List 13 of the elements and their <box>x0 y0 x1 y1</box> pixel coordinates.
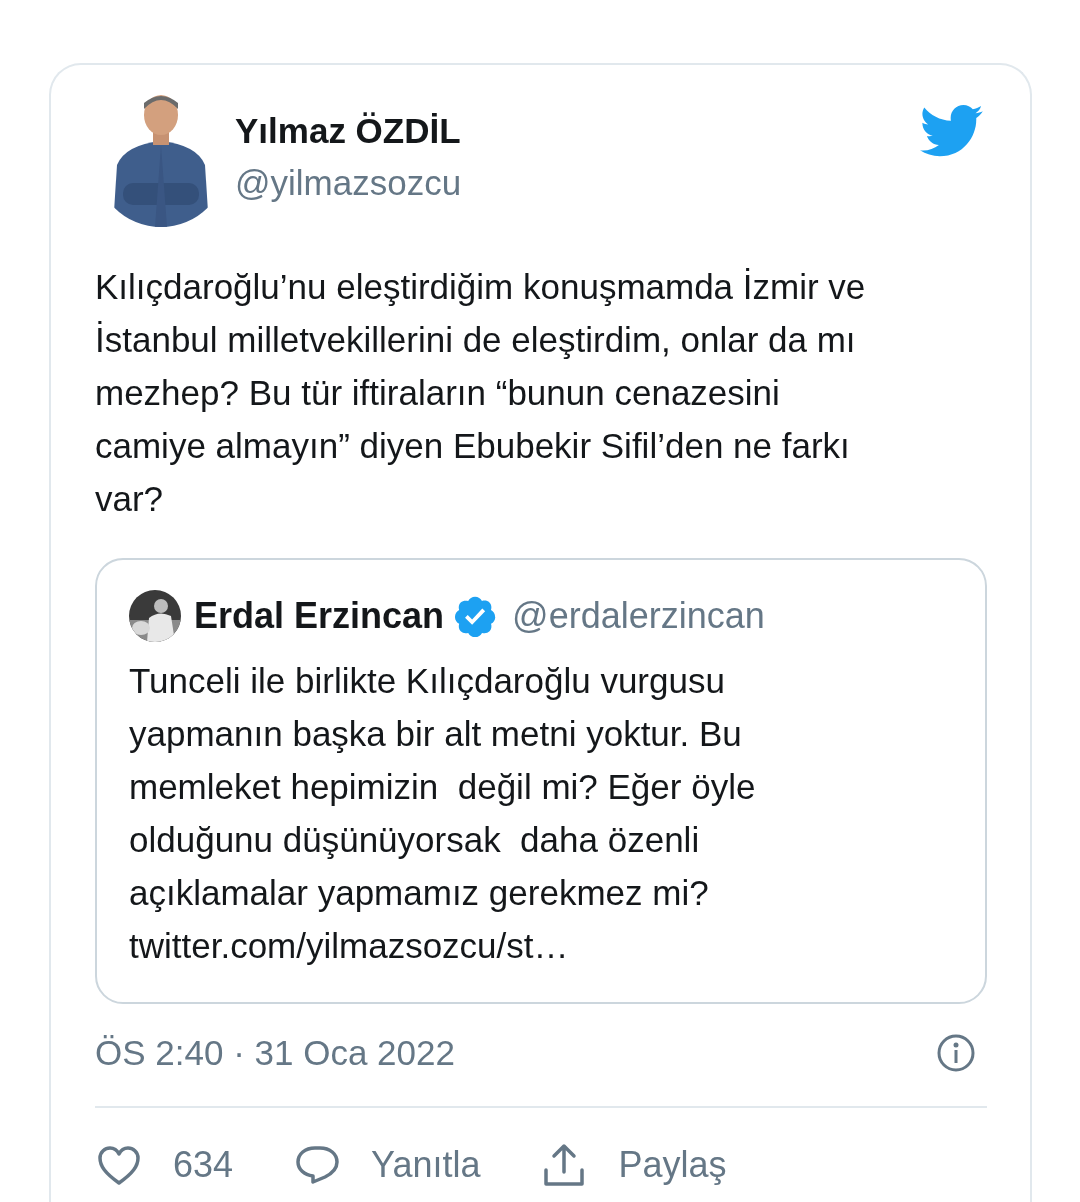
quoted-tweet-text: Tunceli ile birlikte Kılıçdaroğlu vurgusu yapmanın başka bir alt metni yoktur. Bu memleket hepimizin değil mi? Eğer öyle olduğunu düşünüyorsak daha özenli açıklamalar yapmamız gerekmez mi? twitter.com/yilmazsozcu/st… <box>129 660 757 967</box>
tweet-text: Kılıçdaroğlu’nu eleştirdiğim konuşmamda İzmir ve İstanbul milletvekillerini de eleştirdim, onlar da mı mezhep? Bu tür iftiraların “bunun cenazesini camiye almayın” diyen Ebubekir Sifil’den ne farkı var? <box>95 266 867 520</box>
like-button[interactable]: 634 <box>95 1138 234 1192</box>
author-handle: @yilmazsozcu <box>235 162 462 204</box>
quoted-author-name: Erdal Erzincan <box>194 594 445 638</box>
quoted-tweet-card[interactable] <box>95 558 987 1004</box>
share-button[interactable]: Paylaş <box>540 1138 727 1192</box>
info-icon[interactable] <box>936 1033 976 1073</box>
bird-icon <box>920 105 984 157</box>
quoted-author-handle: @erdalerzincan <box>512 594 765 638</box>
reply-button[interactable]: Yanıtla <box>293 1138 481 1192</box>
timestamp: ÖS 2:40 · 31 Oca 2022 <box>95 1031 455 1074</box>
author-name: Yılmaz ÖZDİL <box>235 110 462 152</box>
